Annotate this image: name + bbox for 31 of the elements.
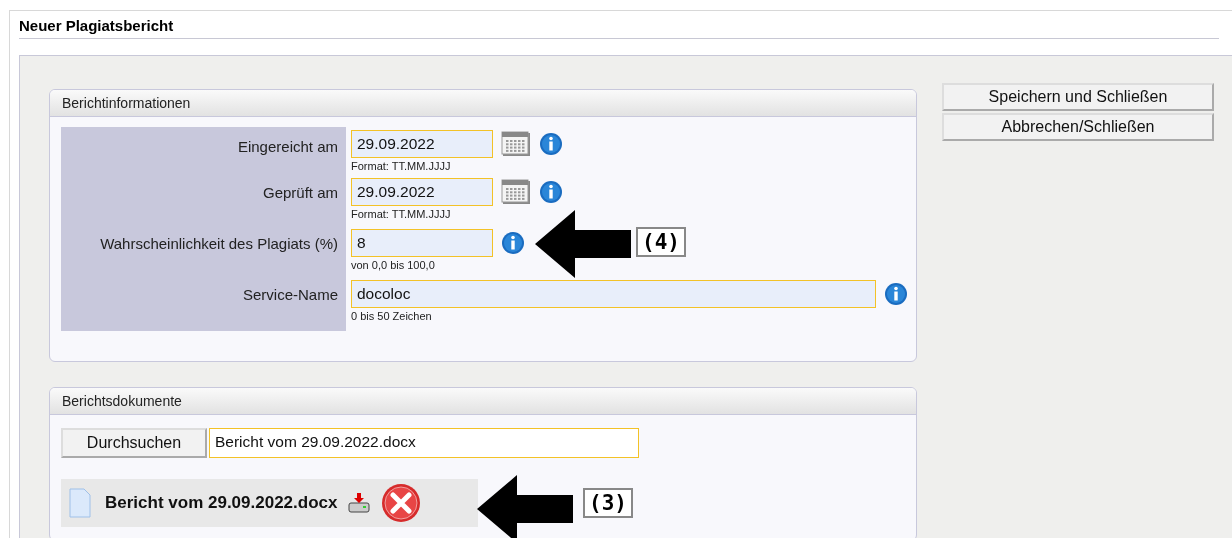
- annotation-label: (3): [583, 488, 633, 518]
- text-field[interactable]: docoloc: [351, 280, 876, 308]
- number-field[interactable]: 8: [351, 229, 493, 257]
- field-label: Geprüft am: [61, 178, 346, 229]
- info-icon[interactable]: [539, 132, 563, 156]
- info-icon[interactable]: [539, 180, 563, 204]
- delete-icon[interactable]: [381, 483, 422, 523]
- info-icon[interactable]: [501, 231, 525, 255]
- field-label: Eingereicht am: [61, 127, 346, 178]
- field-hint: Format: TT.MM.JJJJ: [351, 208, 452, 220]
- file-name[interactable]: Bericht vom 29.09.2022.docx: [105, 493, 338, 513]
- document-icon: [69, 488, 91, 518]
- section-title: Berichtsdokumente: [50, 388, 916, 415]
- action-button[interactable]: Abbrechen/Schließen: [942, 113, 1214, 141]
- field-hint: 0 bis 50 Zeichen: [351, 310, 433, 322]
- window-title: Neuer Plagiatsbericht: [19, 17, 1219, 39]
- date-field[interactable]: 29.09.2022: [351, 130, 493, 158]
- field-hint: Format: TT.MM.JJJJ: [351, 160, 452, 172]
- section-title: Berichtinformationen: [50, 90, 916, 117]
- info-icon[interactable]: [884, 282, 908, 306]
- field-label: Wahrscheinlichkeit des Plagiats (%): [61, 229, 346, 280]
- browse-button[interactable]: Durchsuchen: [61, 428, 207, 458]
- download-icon[interactable]: [347, 492, 372, 514]
- calendar-icon[interactable]: [501, 131, 531, 157]
- file-field[interactable]: Bericht vom 29.09.2022.docx: [209, 428, 639, 458]
- field-label: Service-Name: [61, 280, 346, 331]
- annotation-label: (4): [636, 227, 686, 257]
- date-field[interactable]: 29.09.2022: [351, 178, 493, 206]
- action-button[interactable]: Speichern und Schließen: [942, 83, 1214, 111]
- field-hint: von 0,0 bis 100,0: [351, 259, 436, 271]
- calendar-icon[interactable]: [501, 179, 531, 205]
